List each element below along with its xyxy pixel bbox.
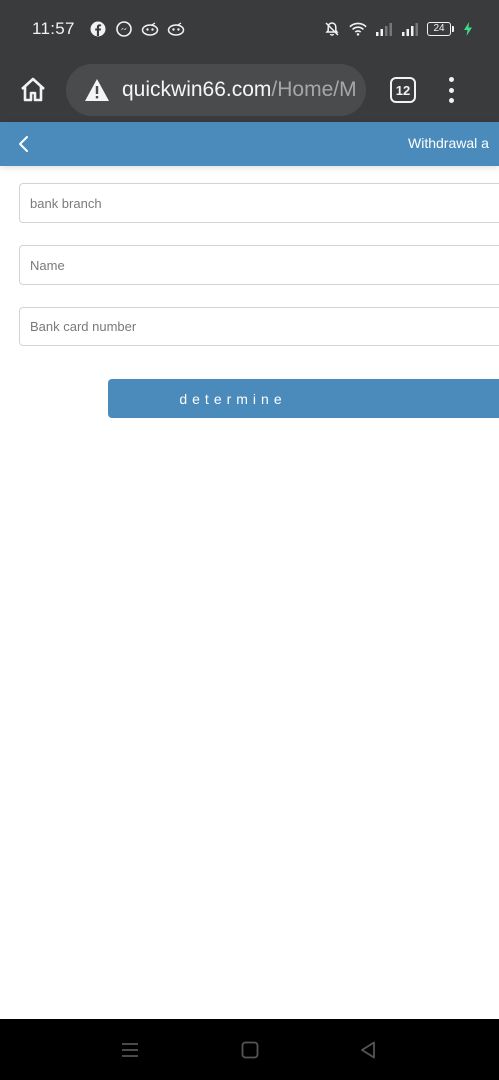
charging-icon [459, 20, 477, 38]
battery-icon: 24 [427, 22, 454, 36]
warning-icon[interactable] [84, 78, 110, 102]
tab-switcher-button[interactable]: 12 [390, 77, 416, 103]
signal-icon [401, 20, 419, 38]
wifi-icon [349, 20, 367, 38]
app-header: Withdrawal a [0, 122, 499, 166]
nav-home-icon[interactable] [239, 1039, 261, 1061]
page-title: Withdrawal a [408, 135, 489, 151]
back-chevron-icon[interactable] [10, 130, 38, 158]
more-menu-icon[interactable] [446, 77, 456, 103]
url-domain: quickwin66.com [122, 78, 272, 101]
url-path: /Home/M [271, 78, 357, 101]
system-icons: 24 [323, 20, 477, 38]
bank-card-number-input[interactable] [19, 307, 499, 346]
url-text[interactable]: quickwin66.com/Home/M [122, 78, 357, 102]
system-navigation-bar [0, 1019, 499, 1080]
determine-button[interactable]: determine [108, 379, 499, 418]
signal-icon [375, 20, 393, 38]
recents-icon[interactable] [119, 1039, 141, 1061]
status-bar: 11:57 24 [0, 0, 499, 58]
nav-back-icon[interactable] [357, 1039, 379, 1061]
home-icon[interactable] [16, 73, 50, 107]
address-bar[interactable]: quickwin66.com/Home/M [66, 64, 366, 116]
mute-icon [323, 20, 341, 38]
messenger-icon [115, 20, 133, 38]
bank-branch-input[interactable] [19, 183, 499, 223]
name-input[interactable] [19, 245, 499, 285]
notification-icons [89, 20, 185, 38]
status-time: 11:57 [32, 19, 75, 38]
facebook-icon [89, 20, 107, 38]
browser-toolbar: quickwin66.com/Home/M 12 [0, 58, 499, 122]
app-notification-icon [167, 20, 185, 38]
app-notification-icon [141, 20, 159, 38]
